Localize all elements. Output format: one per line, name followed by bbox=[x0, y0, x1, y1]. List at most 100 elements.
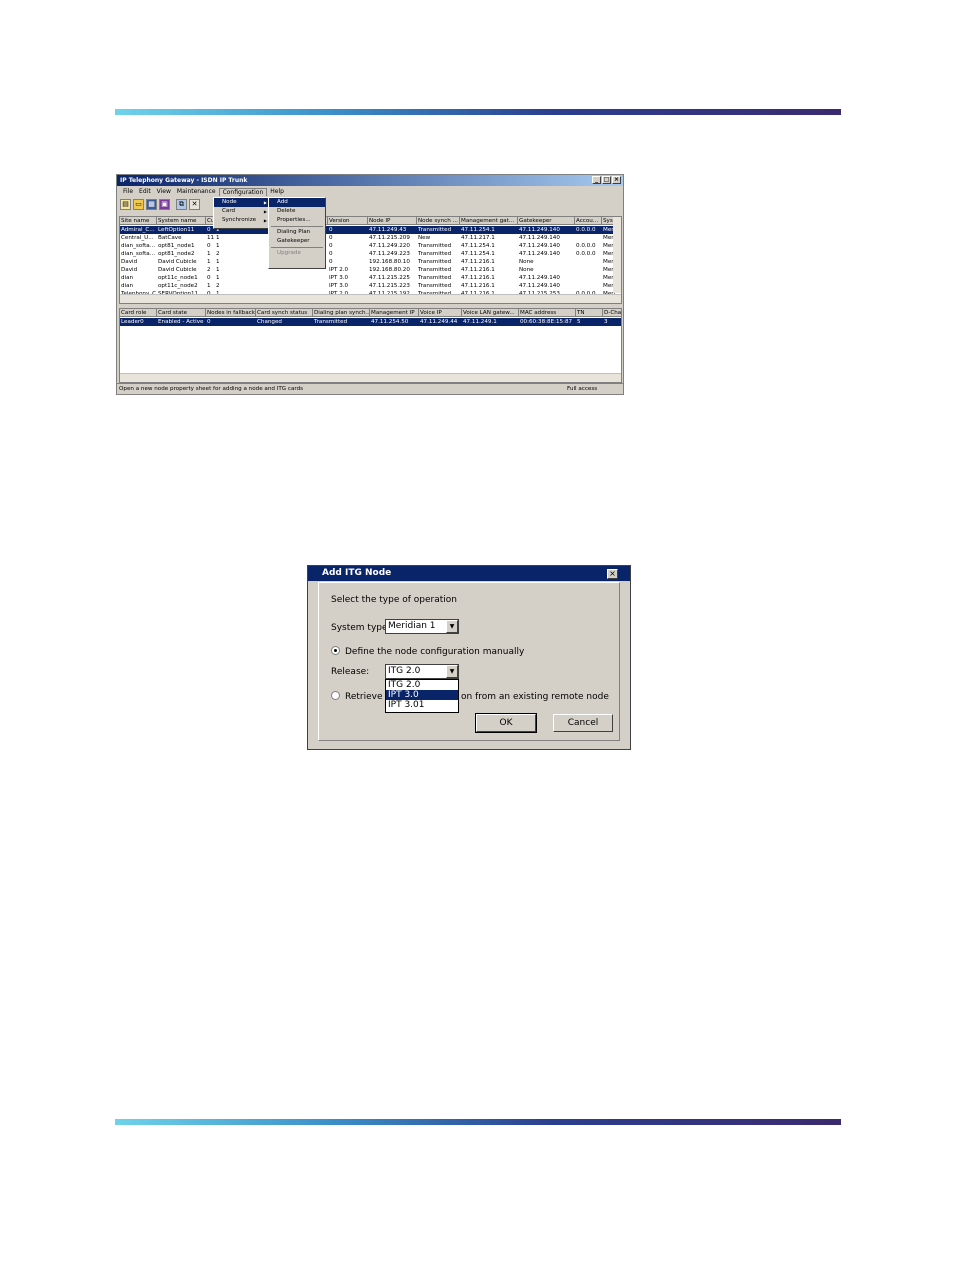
table-cell: 47.11.254.50 bbox=[371, 319, 409, 325]
table-row[interactable]: David David Cubicle 2 1 IPT 2.0 192.168.80.20… bbox=[120, 266, 621, 274]
table-cell: Enabled - Active bbox=[158, 319, 204, 325]
minimize-button[interactable]: _ bbox=[592, 176, 601, 184]
table-row[interactable]: Central_U... BatCave 11 1 0 47.11.215.209 New 4… bbox=[120, 234, 621, 242]
chevron-down-icon[interactable]: ▼ bbox=[446, 665, 458, 678]
table-row[interactable]: dian_softa... opt81_node2 1 2 0 47.11.249.223… bbox=[120, 250, 621, 258]
release-option[interactable]: IPT 3.01 bbox=[386, 700, 458, 710]
properties-icon[interactable]: ▣ bbox=[159, 198, 170, 210]
menu-item-gatekeeper[interactable]: Gatekeeper bbox=[269, 237, 325, 246]
menu-item-synchronize[interactable]: Synchronize bbox=[214, 216, 269, 225]
lower-horizontal-scrollbar[interactable] bbox=[120, 373, 621, 382]
table-cell: 47.11.216.1 bbox=[461, 267, 495, 273]
table-cell: 47.11.249.140 bbox=[519, 243, 560, 249]
copy-icon[interactable]: ⧉ bbox=[176, 198, 187, 210]
col-management-ip[interactable]: Management IP bbox=[370, 309, 419, 317]
table-row[interactable]: Leader0 Enabled - Active 0 Changed Transmitt… bbox=[120, 318, 621, 326]
col-mac-address[interactable]: MAC address bbox=[519, 309, 576, 317]
table-cell bbox=[575, 258, 602, 266]
table-row[interactable]: dian_softa... opt81_node1 0 1 0 47.11.249.220… bbox=[120, 242, 621, 250]
table-cell: Transmitted bbox=[418, 243, 452, 249]
menu-item-add[interactable]: Add bbox=[269, 198, 325, 207]
release-option-selected[interactable]: IPT 3.0 bbox=[386, 690, 458, 700]
release-select[interactable]: ITG 2.0 ▼ bbox=[385, 664, 459, 679]
system-type-select[interactable]: Meridian 1 ▼ bbox=[385, 619, 459, 634]
col-card-role[interactable]: Card role bbox=[120, 309, 157, 317]
table-cell: Transmitted bbox=[418, 275, 452, 281]
delete-icon[interactable]: ✕ bbox=[189, 198, 200, 210]
col-node-ip[interactable]: Node IP bbox=[368, 217, 417, 225]
col-voice-lan-gateway[interactable]: Voice LAN gatew... bbox=[462, 309, 519, 317]
new-icon[interactable]: ▤ bbox=[120, 198, 131, 210]
save-icon[interactable]: ▦ bbox=[146, 198, 157, 210]
table-cell: 0 bbox=[207, 243, 211, 249]
table-cell: 47.11.249.220 bbox=[369, 243, 410, 249]
table-cell: None bbox=[519, 259, 534, 265]
table-cell: Transmitted bbox=[418, 251, 452, 257]
upper-vertical-scrollbar[interactable] bbox=[613, 217, 621, 293]
radio-define-manually[interactable] bbox=[331, 646, 340, 655]
lower-card-table: Card role Card state Nodes in fallback C… bbox=[119, 308, 622, 383]
upper-horizontal-scrollbar[interactable] bbox=[120, 294, 621, 303]
add-itg-node-dialog: Add ITG Node × Select the type of operat… bbox=[307, 565, 631, 750]
toolbar: ▤ ▭ ▦ ▣ ⧉ ✕ bbox=[117, 197, 623, 211]
table-row[interactable]: dian opt11c_node2 1 2 IPT 3.0 47.11.215.223 Tr… bbox=[120, 282, 621, 290]
menu-item-dialing-plan[interactable]: Dialing Plan bbox=[269, 228, 325, 237]
table-cell: David bbox=[121, 267, 138, 273]
col-voice-ip[interactable]: Voice IP bbox=[419, 309, 462, 317]
table-row[interactable]: David David Cubicle 1 1 0 192.168.80.10 Transm… bbox=[120, 258, 621, 266]
menu-maintenance[interactable]: Maintenance bbox=[174, 188, 219, 195]
table-row[interactable]: Admiral_C... LeftOption11 0 1 0 47.11.249.43 T… bbox=[120, 226, 621, 234]
radio-retrieve-remote[interactable] bbox=[331, 691, 340, 700]
col-d-channel[interactable]: D-Chan bbox=[603, 309, 621, 317]
col-account[interactable]: Accou... bbox=[575, 217, 602, 225]
col-card-state[interactable]: Card state bbox=[157, 309, 206, 317]
table-cell bbox=[575, 234, 602, 242]
col-version[interactable]: Version bbox=[328, 217, 368, 225]
table-cell: 47.11.215.225 bbox=[369, 275, 410, 281]
open-icon[interactable]: ▭ bbox=[133, 198, 144, 210]
table-cell: 1 bbox=[207, 251, 211, 257]
col-nodes-in-fallback[interactable]: Nodes in fallback bbox=[206, 309, 256, 317]
col-gatekeeper[interactable]: Gatekeeper bbox=[518, 217, 575, 225]
menu-view[interactable]: View bbox=[154, 188, 174, 195]
table-row[interactable]: dian opt11c_node1 0 1 IPT 3.0 47.11.215.225 Tr… bbox=[120, 274, 621, 282]
menu-edit[interactable]: Edit bbox=[136, 188, 154, 195]
col-dialing-plan-synch[interactable]: Dialing plan synch... bbox=[313, 309, 370, 317]
dialog-title: Add ITG Node bbox=[322, 568, 392, 578]
menu-item-upgrade[interactable]: Upgrade bbox=[269, 249, 325, 258]
table-cell: 5 bbox=[577, 319, 581, 325]
menu-help[interactable]: Help bbox=[267, 188, 287, 195]
col-card-synch-status[interactable]: Card synch status bbox=[256, 309, 313, 317]
dialog-close-button[interactable]: × bbox=[607, 569, 618, 579]
table-cell: 47.11.215.223 bbox=[369, 283, 410, 289]
maximize-button[interactable]: □ bbox=[602, 176, 611, 184]
status-text: Open a new node property sheet for addin… bbox=[119, 386, 304, 392]
table-cell bbox=[575, 274, 602, 282]
radio-retrieve-label-tail[interactable]: on from an existing remote node bbox=[461, 692, 609, 702]
col-system-name[interactable]: System name bbox=[157, 217, 206, 225]
col-tn[interactable]: TN bbox=[576, 309, 603, 317]
menu-item-properties[interactable]: Properties... bbox=[269, 216, 325, 225]
col-node-synch[interactable]: Node synch ... bbox=[417, 217, 460, 225]
radio-define-manually-label[interactable]: Define the node configuration manually bbox=[345, 647, 524, 657]
col-site-name[interactable]: Site name bbox=[120, 217, 157, 225]
cancel-button[interactable]: Cancel bbox=[553, 714, 613, 732]
close-button[interactable]: × bbox=[612, 176, 621, 184]
menu-configuration[interactable]: Configuration bbox=[218, 187, 268, 196]
table-cell: 2 bbox=[207, 267, 211, 273]
release-option[interactable]: ITG 2.0 bbox=[386, 680, 458, 690]
table-cell: dian_softa... bbox=[121, 243, 156, 249]
menu-file[interactable]: File bbox=[120, 188, 136, 195]
menu-item-delete[interactable]: Delete bbox=[269, 207, 325, 216]
table-cell: Transmitted bbox=[314, 319, 348, 325]
chevron-down-icon[interactable]: ▼ bbox=[446, 620, 458, 633]
menu-separator bbox=[271, 226, 323, 227]
table-cell: opt11c_node1 bbox=[158, 275, 198, 281]
ok-button[interactable]: OK bbox=[475, 713, 537, 733]
col-management-gateway[interactable]: Management gat... bbox=[460, 217, 518, 225]
table-cell: 1 bbox=[207, 259, 211, 265]
menu-item-node[interactable]: Node bbox=[214, 198, 269, 207]
table-cell: opt11c_node2 bbox=[158, 283, 198, 289]
menu-item-card[interactable]: Card bbox=[214, 207, 269, 216]
table-cell: dian bbox=[121, 283, 134, 289]
